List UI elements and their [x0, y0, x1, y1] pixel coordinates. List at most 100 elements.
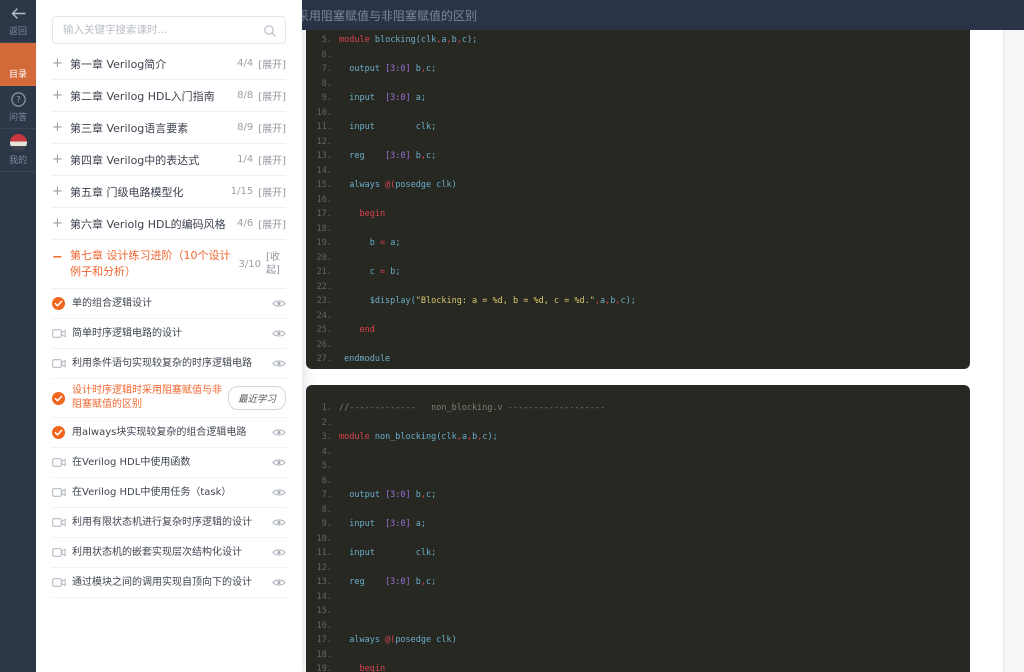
expand-icon[interactable]: + — [52, 56, 70, 71]
code-block-blocking: 5.module blocking(clk,a,b,c);6.7. output… — [306, 30, 970, 369]
code-line: 4. — [306, 445, 970, 460]
lesson-row-5[interactable]: 用always块实现较复杂的组合逻辑电路 — [52, 418, 286, 448]
code-line: 10. — [306, 106, 970, 121]
lesson-title: 单的组合逻辑设计 — [72, 292, 270, 316]
expand-toggle[interactable]: [展开] — [258, 216, 286, 231]
rail-item-qa[interactable]: ? 问答 — [0, 86, 36, 129]
chapter-progress: 8/9 — [237, 122, 253, 133]
lesson-row-4[interactable]: 设计时序逻辑时采用阻塞赋值与非阻塞赋值的区别最近学习 — [52, 379, 286, 418]
expand-toggle[interactable]: [展开] — [258, 56, 286, 71]
eye-icon[interactable] — [270, 299, 286, 308]
chapter-row-7[interactable]: −第七章 设计练习进阶（10个设计例子和分析）3/10[收起] — [52, 240, 286, 289]
rail-label-profile: 我的 — [9, 153, 27, 166]
video-icon — [52, 457, 72, 468]
eye-icon[interactable] — [270, 428, 286, 437]
line-number: 19. — [306, 236, 339, 251]
page-scrollbar[interactable] — [1003, 30, 1024, 672]
expand-toggle[interactable]: [展开] — [258, 184, 286, 199]
line-number: 18. — [306, 222, 339, 237]
chapter-list: +第一章 Verilog简介4/4[展开]+第二章 Verilog HDL入门指… — [52, 48, 286, 598]
line-number: 7. — [306, 62, 339, 77]
collapse-icon[interactable]: − — [52, 248, 70, 265]
course-outline-sidebar: +第一章 Verilog简介4/4[展开]+第二章 Verilog HDL入门指… — [36, 0, 302, 672]
lesson-row-9[interactable]: 利用状态机的嵌套实现层次结构化设计 — [52, 538, 286, 568]
video-icon — [52, 547, 72, 558]
video-icon — [52, 358, 72, 369]
video-icon — [52, 517, 72, 528]
video-icon — [52, 487, 72, 498]
code-line: 9. input [3:0] a; — [306, 91, 970, 106]
line-number: 13. — [306, 149, 339, 164]
lesson-row-6[interactable]: 在Verilog HDL中使用函数 — [52, 448, 286, 478]
check-circle-icon — [52, 426, 72, 439]
eye-icon[interactable] — [270, 488, 286, 497]
code-line: 20. — [306, 251, 970, 266]
expand-icon[interactable]: + — [52, 120, 70, 135]
expand-toggle[interactable]: [展开] — [258, 120, 286, 135]
expand-icon[interactable]: + — [52, 88, 70, 103]
rail-label-qa: 问答 — [9, 110, 27, 123]
code-line: 12. — [306, 135, 970, 150]
rail-item-profile[interactable]: 我的 — [0, 129, 36, 172]
expand-icon[interactable]: + — [52, 152, 70, 167]
line-number: 3. — [306, 430, 339, 445]
lesson-title: 用always块实现较复杂的组合逻辑电路 — [72, 421, 270, 445]
eye-icon[interactable] — [270, 548, 286, 557]
code-text: endmodule — [339, 352, 390, 367]
expand-icon[interactable]: + — [52, 184, 70, 199]
video-icon — [52, 577, 72, 588]
chapter-row-6[interactable]: +第六章 Veriolg HDL的编码风格4/6[展开] — [52, 208, 286, 240]
lesson-row-2[interactable]: 简单时序逻辑电路的设计 — [52, 319, 286, 349]
chapter-row-2[interactable]: +第二章 Verilog HDL入门指南8/8 [展开] — [52, 80, 286, 112]
line-number: 12. — [306, 561, 339, 576]
lesson-row-8[interactable]: 利用有限状态机进行复杂时序逻辑的设计 — [52, 508, 286, 538]
line-number: 10. — [306, 106, 339, 121]
eye-icon[interactable] — [270, 458, 286, 467]
code-line: 18. — [306, 222, 970, 237]
line-number: 27. — [306, 352, 339, 367]
code-text: module blocking(clk,a,b,c); — [339, 33, 477, 48]
eye-icon[interactable] — [270, 578, 286, 587]
rail-label-toc: 目录 — [9, 67, 27, 80]
rail-item-back[interactable]: 返回 — [0, 0, 36, 43]
chapter-row-5[interactable]: +第五章 门级电路模型化1/15[展开] — [52, 176, 286, 208]
chapter-title: 第二章 Verilog HDL入门指南 — [70, 88, 237, 104]
line-number: 22. — [306, 280, 339, 295]
lesson-title: 利用条件语句实现较复杂的时序逻辑电路 — [72, 352, 270, 376]
lesson-title: 利用状态机的嵌套实现层次结构化设计 — [72, 541, 270, 565]
expand-toggle[interactable]: [展开] — [258, 88, 286, 103]
chapter-progress: 4/4 — [237, 58, 253, 69]
code-text: output [3:0] b,c; — [339, 488, 436, 503]
code-line: 11. input clk; — [306, 546, 970, 561]
chapter-progress: 8/8 — [237, 90, 253, 101]
lesson-search-box[interactable] — [52, 16, 286, 44]
code-text: c = b; — [339, 265, 400, 280]
lesson-title: 在Verilog HDL中使用任务（task） — [72, 481, 270, 505]
expand-icon[interactable]: + — [52, 216, 70, 231]
chapter-row-1[interactable]: +第一章 Verilog简介4/4[展开] — [52, 48, 286, 80]
rail-item-toc[interactable]: 目录 — [0, 43, 36, 86]
recent-study-badge: 最近学习 — [228, 386, 286, 410]
video-icon — [52, 328, 72, 339]
collapse-toggle[interactable]: [收起] — [266, 251, 286, 277]
line-number: 13. — [306, 575, 339, 590]
lesson-row-10[interactable]: 通过模块之间的调用实现自顶向下的设计 — [52, 568, 286, 598]
search-input[interactable] — [53, 17, 285, 43]
lesson-row-7[interactable]: 在Verilog HDL中使用任务（task） — [52, 478, 286, 508]
code-line: 15. — [306, 604, 970, 619]
eye-icon[interactable] — [270, 359, 286, 368]
search-icon[interactable] — [263, 23, 277, 42]
chapter-row-4[interactable]: +第四章 Verilog中的表达式1/4[展开] — [52, 144, 286, 176]
line-number: 6. — [306, 474, 339, 489]
code-line: 25. end — [306, 323, 970, 338]
eye-icon[interactable] — [270, 329, 286, 338]
lesson-row-3[interactable]: 利用条件语句实现较复杂的时序逻辑电路 — [52, 349, 286, 379]
line-number: 5. — [306, 459, 339, 474]
lesson-title: 通过模块之间的调用实现自顶向下的设计 — [72, 571, 270, 595]
line-number: 17. — [306, 207, 339, 222]
expand-toggle[interactable]: [展开] — [258, 152, 286, 167]
lesson-row-1[interactable]: 单的组合逻辑设计 — [52, 289, 286, 319]
code-line: 7. output [3:0] b,c; — [306, 488, 970, 503]
chapter-row-3[interactable]: +第三章 Verilog语言要素8/9[展开] — [52, 112, 286, 144]
eye-icon[interactable] — [270, 518, 286, 527]
